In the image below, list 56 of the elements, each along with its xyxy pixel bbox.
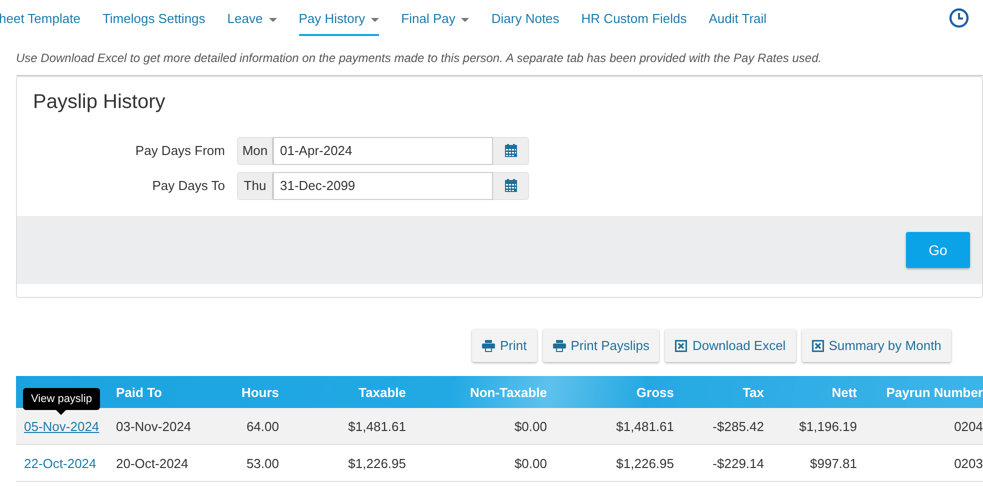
panel-title: Payslip History: [32, 90, 166, 115]
table-cell-text: 53.00: [245, 456, 279, 470]
nav-tab[interactable]: HR Custom Fields: [581, 0, 687, 36]
pay-date-link[interactable]: 22-Oct-2024: [24, 456, 96, 470]
table-cell-text: -$229.14: [712, 456, 764, 470]
table-cell-text: -$285.42: [712, 418, 764, 434]
column-header: Payrun Number: [885, 384, 983, 400]
date-field[interactable]: 31-Dec-2099: [273, 172, 493, 200]
table-cell-text: $0.00: [513, 456, 547, 470]
caret-icon: [461, 18, 470, 22]
field-label: Pay Days From: [134, 143, 226, 158]
nav-tab[interactable]: Timelogs Settings: [102, 0, 206, 36]
calendar-icon[interactable]: [504, 144, 516, 157]
pay-date-link[interactable]: 05-Nov-2024: [24, 418, 100, 434]
table-cell-text: 0204: [953, 418, 983, 434]
nav-tab[interactable]: Final Pay: [401, 0, 470, 36]
nav-tab[interactable]: Pay History: [298, 0, 380, 36]
clock-icon[interactable]: [949, 8, 969, 28]
action-button[interactable]: Summary by Month: [802, 329, 952, 362]
column-header: Nett: [830, 384, 857, 400]
go-button[interactable]: Go: [906, 232, 970, 268]
field-label: Pay Days To: [151, 178, 226, 193]
info-note: Use Download Excel to get more detailed information on the payments made to this person. A separate tab has been provided with the Pay Rates used.: [16, 51, 823, 65]
table-cell-text: 0203: [953, 456, 983, 470]
caret-icon: [371, 18, 380, 22]
table-cell-text: $1,481.61: [615, 418, 674, 434]
table-cell-text: $1,226.95: [347, 456, 406, 470]
printer-icon: [552, 340, 566, 352]
nav-tab[interactable]: Leave: [227, 0, 277, 36]
action-button[interactable]: Print: [472, 329, 537, 362]
nav-tab[interactable]: Audit Trail: [708, 0, 767, 36]
column-header: Hours: [240, 384, 279, 400]
spreadsheet-icon: [812, 340, 824, 352]
date-field[interactable]: 01-Apr-2024: [273, 136, 493, 164]
nav-tab[interactable]: heet Template: [0, 0, 80, 36]
action-button[interactable]: Print Payslips: [542, 329, 660, 362]
printer-icon: [482, 340, 495, 352]
table-cell-text: $1,196.19: [798, 418, 857, 434]
caret-icon: [268, 18, 277, 22]
table-cell-text: 20-Oct-2024: [116, 456, 190, 470]
calendar-icon[interactable]: [504, 179, 516, 192]
column-header: Non-Taxable: [468, 384, 547, 400]
table-cell-text: $997.81: [809, 456, 857, 470]
nav-tab[interactable]: Diary Notes: [491, 0, 560, 36]
table-cell-text: $1,226.95: [615, 456, 674, 470]
column-header: Paid To: [116, 384, 163, 400]
table-cell-text: $1,481.61: [347, 418, 406, 434]
spreadsheet-icon: [675, 340, 688, 352]
column-header: Tax: [742, 384, 764, 400]
table-cell-text: $0.00: [513, 418, 547, 434]
column-header: Gross: [635, 384, 674, 400]
tooltip: View payslip: [23, 388, 100, 415]
table-cell-text: 03-Nov-2024: [116, 418, 192, 434]
column-header: Taxable: [358, 384, 406, 400]
table-cell-text: 64.00: [245, 418, 279, 434]
action-button[interactable]: Download Excel: [665, 329, 796, 362]
